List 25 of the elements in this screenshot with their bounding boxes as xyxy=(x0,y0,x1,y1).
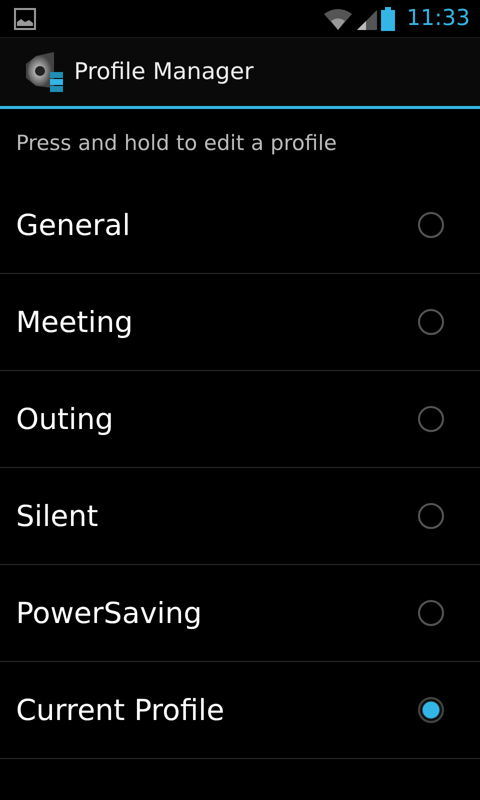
picture-icon xyxy=(14,8,36,30)
radio-button[interactable] xyxy=(418,212,444,238)
profile-label: Current Profile xyxy=(16,693,224,727)
profile-label: General xyxy=(16,208,130,242)
profile-item[interactable]: Outing xyxy=(0,371,480,468)
signal-icon xyxy=(356,8,377,30)
battery-icon xyxy=(380,6,395,30)
wifi-icon xyxy=(322,8,353,30)
profile-item[interactable]: Silent xyxy=(0,468,480,565)
profile-item[interactable]: General xyxy=(0,177,480,274)
profile-label: Silent xyxy=(16,499,98,533)
radio-button[interactable] xyxy=(418,600,444,626)
profile-item[interactable]: PowerSaving xyxy=(0,565,480,662)
profile-label: PowerSaving xyxy=(16,596,202,630)
radio-button[interactable] xyxy=(418,309,444,335)
status-time: 11:33 xyxy=(406,6,470,31)
profile-label: Outing xyxy=(16,402,114,436)
profile-label: Meeting xyxy=(16,305,133,339)
radio-button[interactable] xyxy=(418,406,444,432)
profile-item[interactable]: Meeting xyxy=(0,274,480,371)
instruction-text: Press and hold to edit a profile xyxy=(15,130,338,157)
radio-button[interactable] xyxy=(418,697,444,723)
profile-item[interactable]: Current Profile xyxy=(0,662,480,759)
radio-button[interactable] xyxy=(418,503,444,529)
app-title: Profile Manager xyxy=(74,59,254,85)
